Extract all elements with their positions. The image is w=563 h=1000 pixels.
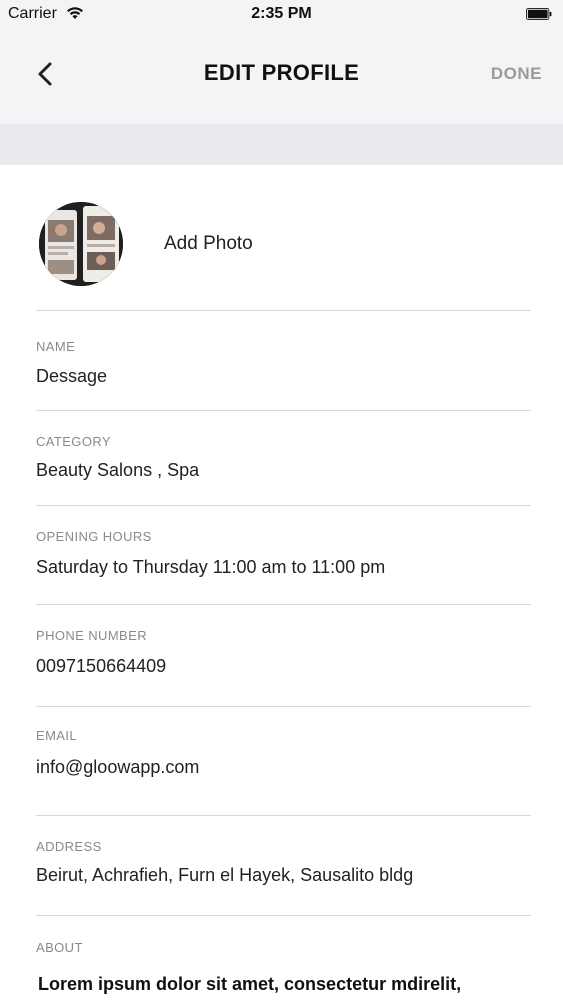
divider bbox=[36, 604, 531, 605]
opening-hours-label: OPENING HOURS bbox=[36, 529, 152, 544]
name-field[interactable]: Dessage bbox=[36, 366, 531, 387]
email-label: EMAIL bbox=[36, 728, 78, 743]
divider bbox=[36, 706, 531, 707]
avatar-image bbox=[39, 202, 123, 286]
name-label: NAME bbox=[36, 339, 76, 354]
battery-icon bbox=[526, 8, 552, 20]
add-photo-button[interactable]: Add Photo bbox=[164, 233, 253, 255]
navigation-bar: EDIT PROFILE DONE bbox=[0, 28, 563, 124]
status-time: 2:35 PM bbox=[251, 5, 312, 22]
category-field[interactable]: Beauty Salons , Spa bbox=[36, 460, 531, 481]
profile-avatar[interactable] bbox=[39, 202, 123, 286]
address-field[interactable]: Beirut, Achrafieh, Furn el Hayek, Sausal… bbox=[36, 865, 531, 886]
opening-hours-field[interactable]: Saturday to Thursday 11:00 am to 11:00 p… bbox=[36, 557, 531, 578]
divider bbox=[36, 915, 531, 916]
done-button[interactable]: DONE bbox=[491, 64, 542, 84]
divider bbox=[36, 505, 531, 506]
divider bbox=[36, 310, 531, 311]
profile-photo-row: Add Photo bbox=[0, 165, 563, 311]
section-separator bbox=[0, 124, 563, 165]
status-bar: Carrier 2:35 PM bbox=[0, 0, 563, 28]
category-label: CATEGORY bbox=[36, 434, 111, 449]
about-label: ABOUT bbox=[36, 940, 83, 955]
divider bbox=[36, 815, 531, 816]
phone-number-label: PHONE NUMBER bbox=[36, 628, 147, 643]
divider bbox=[36, 410, 531, 411]
email-field[interactable]: info@gloowapp.com bbox=[36, 757, 531, 778]
address-label: ADDRESS bbox=[36, 839, 102, 854]
page-title: EDIT PROFILE bbox=[203, 60, 360, 85]
about-field[interactable]: Lorem ipsum dolor sit amet, consectetur … bbox=[38, 974, 538, 995]
phone-number-field[interactable]: 0097150664409 bbox=[36, 656, 531, 677]
